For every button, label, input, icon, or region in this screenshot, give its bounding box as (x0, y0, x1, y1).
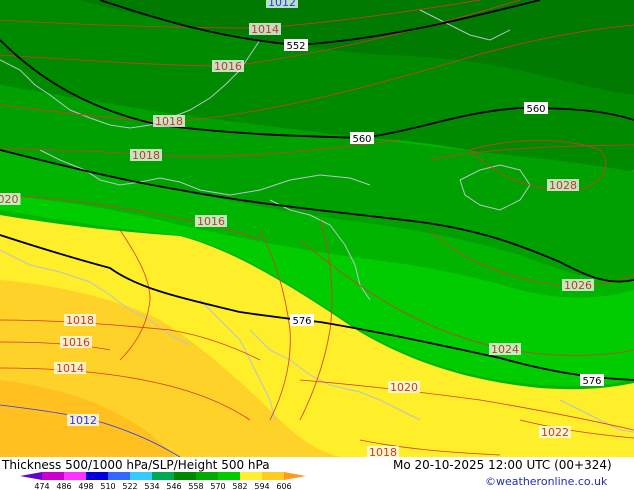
svg-text:576: 576 (582, 376, 601, 387)
legend-swatch (262, 472, 284, 480)
isobar-label: 1024 (489, 343, 521, 356)
legend-tick-label: 510 (100, 482, 115, 490)
legend-tick-label: 522 (122, 482, 137, 490)
isobar-label: 1016 (60, 336, 92, 349)
isobar-label: 020 (0, 193, 21, 206)
isobar-label: 1018 (367, 446, 399, 457)
svg-text:020: 020 (0, 193, 19, 206)
legend-swatch (174, 472, 196, 480)
legend-swatch (108, 472, 130, 480)
map-title: Thickness 500/1000 hPa/SLP/Height 500 hP… (2, 458, 270, 472)
legend-tick-label: 558 (188, 482, 203, 490)
isobar-label: 1018 (130, 149, 162, 162)
isobar-label: 1028 (547, 179, 579, 192)
credit-link[interactable]: ©weatheronline.co.uk (485, 475, 607, 488)
legend-swatch (284, 472, 306, 480)
legend-tick-label: 474 (34, 482, 49, 490)
legend-tick-label: 534 (144, 482, 159, 490)
legend-swatch (86, 472, 108, 480)
legend-tick-label: 582 (232, 482, 247, 490)
isobar-label: 1016 (195, 215, 227, 228)
svg-text:1014: 1014 (251, 23, 279, 36)
legend-tick-label: 594 (254, 482, 269, 490)
legend-swatch (196, 472, 218, 480)
isobar-label: 1012 (266, 0, 298, 9)
legend-swatch (20, 472, 42, 480)
thickness-label: 560 (350, 132, 374, 145)
legend-tick-label: 606 (276, 482, 291, 490)
svg-text:560: 560 (526, 104, 545, 115)
thickness-label: 576 (580, 374, 604, 387)
legend-tick-label: 546 (166, 482, 181, 490)
svg-text:1014: 1014 (56, 362, 84, 375)
isobar-label: 1018 (153, 115, 185, 128)
svg-text:1018: 1018 (66, 314, 94, 327)
svg-text:552: 552 (286, 41, 305, 52)
legend-swatch (64, 472, 86, 480)
legend-tick-label: 486 (56, 482, 71, 490)
svg-text:560: 560 (352, 134, 371, 145)
isobar-label: 1012 (67, 414, 99, 427)
svg-text:1028: 1028 (549, 179, 577, 192)
map-datetime: Mo 20-10-2025 12:00 UTC (00+324) (393, 458, 612, 472)
legend-swatch (152, 472, 174, 480)
isobar-label: 1020 (388, 381, 420, 394)
svg-text:1016: 1016 (197, 215, 225, 228)
svg-text:1016: 1016 (214, 60, 242, 73)
svg-text:1012: 1012 (268, 0, 296, 9)
svg-text:576: 576 (292, 316, 311, 327)
svg-text:1020: 1020 (390, 381, 418, 394)
thickness-label: 552 (284, 39, 308, 52)
thickness-label: 576 (290, 314, 314, 327)
svg-text:1022: 1022 (541, 426, 569, 439)
isobar-label: 1018 (64, 314, 96, 327)
legend-swatch (218, 472, 240, 480)
isobar-label: 1014 (54, 362, 86, 375)
isobar-label: 1026 (562, 279, 594, 292)
svg-text:1018: 1018 (132, 149, 160, 162)
svg-text:1018: 1018 (155, 115, 183, 128)
svg-text:1024: 1024 (491, 343, 519, 356)
legend-swatch (42, 472, 64, 480)
svg-text:1016: 1016 (62, 336, 90, 349)
isobar-label: 1014 (249, 23, 281, 36)
legend-tick-label: 570 (210, 482, 225, 490)
legend-swatch (240, 472, 262, 480)
thickness-legend: 474 486 498 510 522 534 546 558 570 582 594 606 (20, 472, 306, 490)
svg-text:1012: 1012 (69, 414, 97, 427)
legend-swatch (130, 472, 152, 480)
thickness-label: 560 (524, 102, 548, 115)
svg-text:1026: 1026 (564, 279, 592, 292)
weather-map: 1012 1014 1016 1018 1018 020 1016 1028 1026 1024 1… (0, 0, 634, 457)
svg-text:1018: 1018 (369, 446, 397, 457)
isobar-label: 1016 (212, 60, 244, 73)
footer-bar: Thickness 500/1000 hPa/SLP/Height 500 hP… (0, 457, 634, 490)
legend-tick-label: 498 (78, 482, 93, 490)
isobar-label: 1022 (539, 426, 571, 439)
